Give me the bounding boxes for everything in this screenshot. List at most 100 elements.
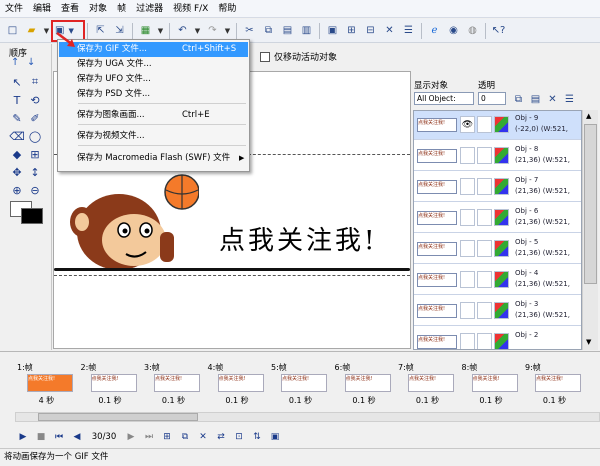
frame-properties-icon[interactable]: ⊡ (232, 430, 246, 444)
menu-filter[interactable]: 过滤器 (131, 0, 168, 18)
object-row[interactable]: 点我关注我! Obj - 6 (21,36) (W:521, (414, 204, 581, 233)
timeline-scrollbar[interactable] (15, 412, 600, 422)
frame-duration[interactable]: 0.1 秒 (79, 395, 142, 406)
object-row[interactable]: 点我关注我! Obj - 5 (21,36) (W:521, (414, 235, 581, 264)
lock-toggle[interactable] (477, 116, 492, 133)
dropdown-item[interactable]: 保存为图象画面... Ctrl+E (59, 108, 248, 123)
object-row[interactable]: 点我关注我! 👁 Obj - 9 (-22,0) (W:521, (414, 111, 581, 140)
move-tool-icon[interactable]: ✥ (9, 164, 25, 180)
dropdown-item[interactable]: 保存为 UGA 文件... (59, 57, 248, 72)
redo-icon[interactable]: ↷ (204, 22, 221, 40)
frame-duration[interactable]: 0.1 秒 (206, 395, 269, 406)
stop-icon[interactable]: ■ (34, 430, 48, 444)
timeline-frame[interactable]: 4:帧 点我关注我! 0.1 秒 (206, 362, 269, 412)
duplicate-frame-icon[interactable]: ⧉ (178, 430, 192, 444)
delete-icon[interactable]: ✕ (381, 22, 398, 40)
add-image-icon[interactable]: ▦ (137, 22, 154, 40)
zoom-out-icon[interactable]: ⊖ (27, 182, 43, 198)
optimize-icon[interactable]: ◉ (445, 22, 462, 40)
timeline-frame[interactable]: 7:帧 点我关注我! 0.1 秒 (396, 362, 459, 412)
object-row[interactable]: 点我关注我! Obj - 8 (21,36) (W:521, (414, 142, 581, 171)
menu-frame[interactable]: 帧 (112, 0, 131, 18)
lasso-icon[interactable]: ◯ (27, 128, 43, 144)
zoom-in-icon[interactable]: ⊕ (9, 182, 25, 198)
grid-select-icon[interactable]: ⊞ (27, 146, 43, 162)
brush-icon[interactable]: ✎ (9, 110, 25, 126)
object-row[interactable]: 点我关注我! Obj - 3 (21,36) (W:521, (414, 297, 581, 326)
timeline-frame[interactable]: 2:帧 点我关注我! 0.1 秒 (79, 362, 142, 412)
frame-duration[interactable]: 0.1 秒 (269, 395, 332, 406)
fill-bucket-icon[interactable]: ◆ (9, 146, 25, 162)
timeline-frame[interactable]: 8:帧 点我关注我! 0.1 秒 (460, 362, 523, 412)
lock-toggle[interactable] (477, 147, 492, 164)
undo-dropdown-icon[interactable]: ▼ (193, 22, 202, 40)
last-frame-icon[interactable]: ⏭ (142, 430, 156, 444)
visibility-eye-icon[interactable] (460, 333, 475, 349)
add-image-dropdown-icon[interactable]: ▼ (156, 22, 165, 40)
object-filter-select[interactable]: All Object: (414, 92, 474, 105)
open-dropdown-icon[interactable]: ▼ (42, 22, 51, 40)
visibility-eye-icon[interactable] (460, 147, 475, 164)
timeline-frame[interactable]: 9:帧 点我关注我! 0.1 秒 (523, 362, 586, 412)
scroll-up-arrow-icon[interactable]: ▲ (586, 112, 591, 120)
move-down-icon[interactable]: ↓ (27, 57, 35, 68)
eyedropper-icon[interactable]: ✐ (27, 110, 43, 126)
open-folder-icon[interactable]: ▰ (23, 22, 40, 40)
transparency-input[interactable]: 0 (478, 92, 506, 105)
delete-frame-icon[interactable]: ✕ (196, 430, 210, 444)
export-icon[interactable]: ⇲ (111, 22, 128, 40)
dropdown-item[interactable]: 保存为 PSD 文件... (59, 87, 248, 102)
object-properties-icon[interactable]: ☰ (561, 90, 578, 108)
frame-duration[interactable]: 0.1 秒 (523, 395, 586, 406)
object-row[interactable]: 点我关注我! Obj - 4 (21,36) (W:521, (414, 266, 581, 295)
dropdown-item[interactable]: 保存为 Macromedia Flash (SWF) 文件 ▶ (59, 151, 248, 166)
frame-duration[interactable]: 0.1 秒 (396, 395, 459, 406)
object-list-scroll-thumb[interactable] (584, 124, 597, 284)
loop-icon[interactable]: ▣ (268, 430, 282, 444)
reverse-frames-icon[interactable]: ⇄ (214, 430, 228, 444)
resize-tool-icon[interactable]: ↕ (27, 164, 43, 180)
tween-icon[interactable]: ⇅ (250, 430, 264, 444)
visibility-eye-icon[interactable] (460, 178, 475, 195)
duplicate-frame-icon[interactable]: ⊞ (343, 22, 360, 40)
visibility-eye-icon[interactable] (460, 240, 475, 257)
next-frame-icon[interactable]: ▶ (124, 430, 138, 444)
eraser-icon[interactable]: ⌫ (9, 128, 25, 144)
frame-duration[interactable]: 0.1 秒 (333, 395, 396, 406)
first-frame-icon[interactable]: ⏮ (52, 430, 66, 444)
play-icon[interactable]: ▶ (16, 430, 30, 444)
object-delete-icon[interactable]: ✕ (544, 90, 561, 108)
menu-video-fx[interactable]: 视频 F/X (168, 0, 213, 18)
lock-toggle[interactable] (477, 209, 492, 226)
add-object-icon[interactable]: ⧉ (510, 90, 527, 108)
rotate-icon[interactable]: ⟲ (27, 92, 43, 108)
wizard-icon[interactable]: ◍ (464, 22, 481, 40)
object-row[interactable]: 点我关注我! Obj - 2 (414, 328, 581, 349)
select-arrow-icon[interactable]: ↖ (9, 74, 25, 90)
visibility-eye-icon[interactable] (460, 302, 475, 319)
dropdown-item[interactable]: 保存为 GIF 文件... Ctrl+Shift+S (59, 42, 248, 57)
visibility-eye-icon[interactable]: 👁 (460, 116, 475, 133)
text-tool-icon[interactable]: T (9, 92, 25, 108)
undo-icon[interactable]: ↶ (174, 22, 191, 40)
lock-toggle[interactable] (477, 271, 492, 288)
move-active-only-checkbox[interactable] (260, 52, 270, 62)
browser-preview-icon[interactable]: ℯ (426, 22, 443, 40)
copy-icon[interactable]: ⧉ (260, 22, 277, 40)
lock-toggle[interactable] (477, 240, 492, 257)
properties-icon[interactable]: ☰ (400, 22, 417, 40)
menu-object[interactable]: 对象 (84, 0, 112, 18)
move-up-icon[interactable]: ↑ (11, 57, 19, 68)
object-copy-icon[interactable]: ▤ (527, 90, 544, 108)
timeline-scroll-thumb[interactable] (38, 413, 198, 421)
lock-toggle[interactable] (477, 302, 492, 319)
dropdown-item[interactable]: 保存为 UFO 文件... (59, 72, 248, 87)
scroll-down-arrow-icon[interactable]: ▼ (586, 338, 591, 346)
prev-frame-icon[interactable]: ◀ (70, 430, 84, 444)
frame-duration[interactable]: 0.1 秒 (460, 395, 523, 406)
insert-frame-icon[interactable]: ⊟ (362, 22, 379, 40)
visibility-eye-icon[interactable] (460, 209, 475, 226)
object-list-scrollbar[interactable]: ▲ ▼ (582, 110, 598, 350)
frame-duration[interactable]: 4 秒 (15, 395, 78, 406)
redo-dropdown-icon[interactable]: ▼ (223, 22, 232, 40)
